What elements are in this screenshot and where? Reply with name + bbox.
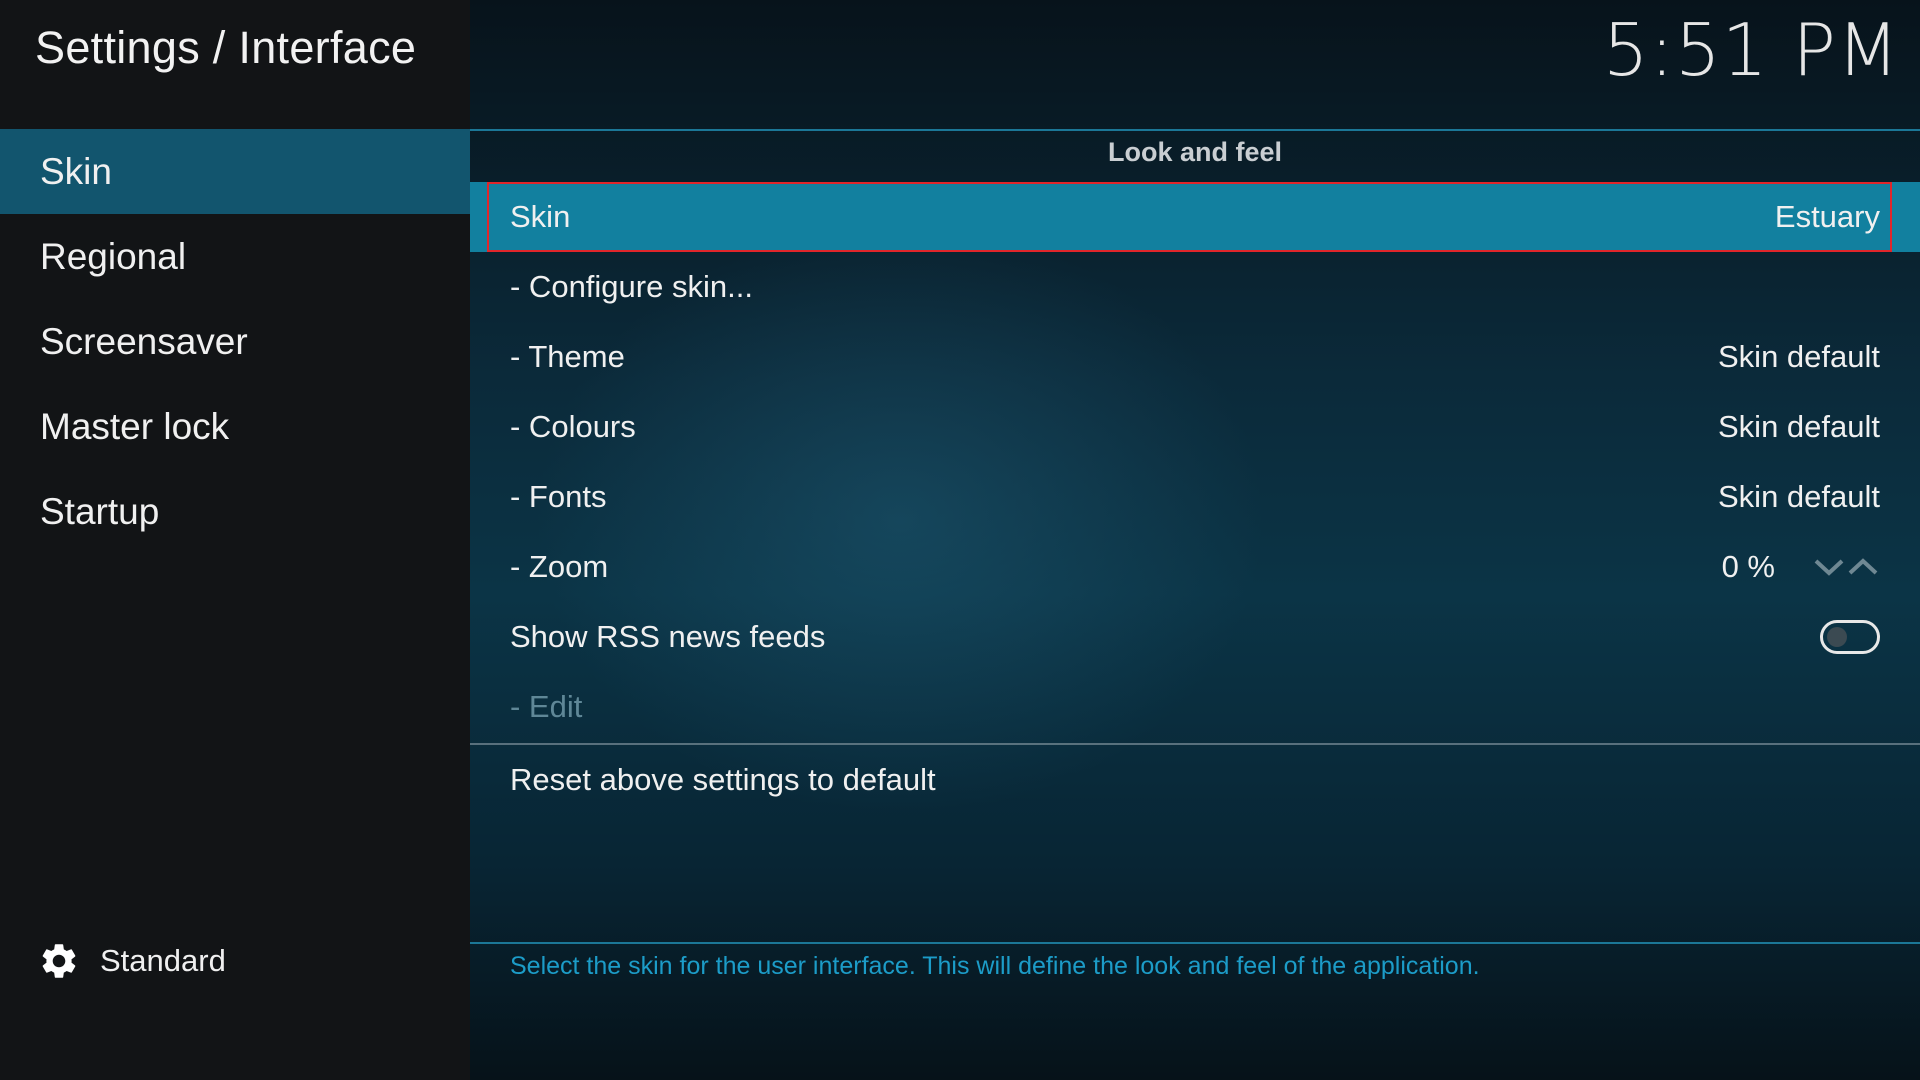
chevron-up-icon[interactable] xyxy=(1846,556,1880,578)
setting-label: - Fonts xyxy=(510,479,607,514)
reset-label: Reset above settings to default xyxy=(510,762,936,797)
clock: 5:51 PM xyxy=(1602,8,1900,92)
sidebar-item-regional[interactable]: Regional xyxy=(0,214,470,299)
setting-description: Select the skin for the user interface. … xyxy=(510,952,1480,980)
setting-label: - Colours xyxy=(510,409,636,444)
setting-value: 0 % xyxy=(1721,549,1775,584)
setting-label: - Zoom xyxy=(510,549,609,584)
sidebar-item-startup[interactable]: Startup xyxy=(0,469,470,554)
kodi-settings-screen: Settings / Interface Skin Regional Scree… xyxy=(0,0,1920,1080)
zoom-spinner xyxy=(1812,556,1880,578)
setting-skin[interactable]: Skin Estuary xyxy=(470,182,1920,252)
group-title: Look and feel xyxy=(1107,137,1283,167)
divider xyxy=(470,129,1920,131)
sidebar-item-skin[interactable]: Skin xyxy=(0,129,470,214)
gear-icon xyxy=(38,940,80,982)
setting-label: - Configure skin... xyxy=(510,269,753,304)
chevron-down-icon[interactable] xyxy=(1812,556,1846,578)
setting-value: Skin default xyxy=(1718,409,1880,444)
setting-fonts[interactable]: - Fonts Skin default xyxy=(470,462,1920,532)
setting-label: - Theme xyxy=(510,339,625,374)
setting-label: Skin xyxy=(510,199,571,234)
settings-list: Skin Estuary - Configure skin... - Theme… xyxy=(470,182,1920,742)
setting-zoom[interactable]: - Zoom 0 % xyxy=(470,532,1920,602)
setting-edit: - Edit xyxy=(470,672,1920,742)
sidebar-menu: Skin Regional Screensaver Master lock St… xyxy=(0,129,470,554)
settings-panel: Look and feel Skin Estuary - Configure s… xyxy=(470,129,1920,1080)
settings-level-button[interactable]: Standard xyxy=(38,940,226,982)
sidebar: Settings / Interface Skin Regional Scree… xyxy=(0,0,470,1080)
sidebar-item-master-lock[interactable]: Master lock xyxy=(0,384,470,469)
setting-label: Show RSS news feeds xyxy=(510,619,826,654)
setting-theme[interactable]: - Theme Skin default xyxy=(470,322,1920,392)
sidebar-item-screensaver[interactable]: Screensaver xyxy=(0,299,470,384)
reset-settings-button[interactable]: Reset above settings to default xyxy=(470,745,1920,815)
setting-show-rss-news-feeds[interactable]: Show RSS news feeds xyxy=(470,602,1920,672)
settings-level-label: Standard xyxy=(100,943,226,978)
setting-configure-skin[interactable]: - Configure skin... xyxy=(470,252,1920,322)
divider xyxy=(470,942,1920,944)
setting-value: Skin default xyxy=(1718,339,1880,374)
setting-value: Estuary xyxy=(1774,199,1880,234)
toggle-knob xyxy=(1827,627,1847,647)
rss-toggle-switch[interactable] xyxy=(1820,620,1880,654)
page-title: Settings / Interface xyxy=(35,22,417,73)
setting-value: Skin default xyxy=(1718,479,1880,514)
setting-label: - Edit xyxy=(510,689,583,724)
setting-colours[interactable]: - Colours Skin default xyxy=(470,392,1920,462)
